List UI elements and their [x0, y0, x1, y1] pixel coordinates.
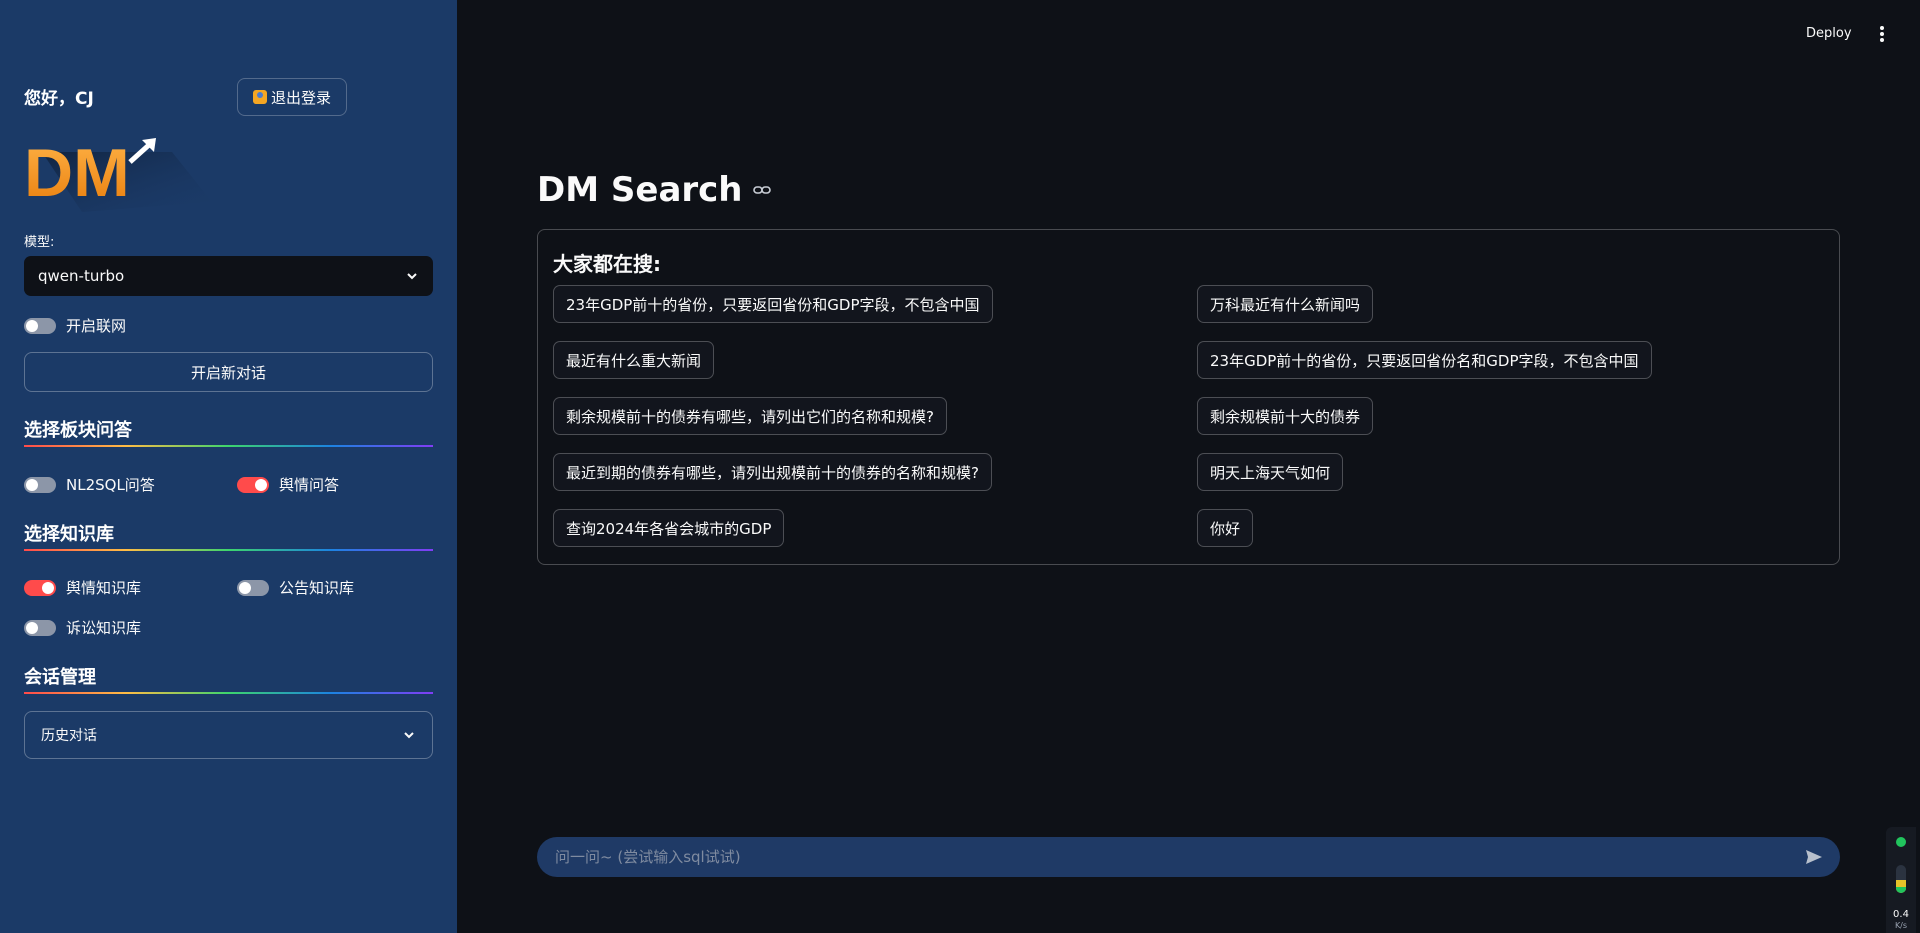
nl2sql-switch[interactable]: [24, 476, 56, 493]
deploy-button[interactable]: Deploy: [1806, 26, 1852, 41]
network-speed: 0.4 K/s: [1886, 909, 1916, 931]
suggestion-chip[interactable]: 剩余规模前十的债券有哪些，请列出它们的名称和规模?: [553, 397, 947, 435]
chevron-down-icon: [407, 273, 417, 280]
logo-text: DM: [24, 135, 130, 211]
suggestion-chip[interactable]: 最近到期的债券有哪些，请列出规模前十的债券的名称和规模?: [553, 453, 992, 491]
page-title-text: DM Search: [537, 170, 743, 210]
section-kb-title: 选择知识库: [24, 524, 114, 545]
model-select-value: qwen-turbo: [38, 267, 125, 285]
send-icon[interactable]: [1804, 847, 1824, 867]
litigation-kb-label: 诉讼知识库: [66, 619, 142, 637]
network-speed-unit: K/s: [1894, 921, 1908, 930]
logout-label: 退出登录: [270, 88, 331, 107]
suggestions-title: 大家都在搜:: [553, 252, 661, 276]
chat-input[interactable]: [553, 847, 1804, 867]
sentiment-qa-label: 舆情问答: [279, 476, 340, 494]
web-search-switch[interactable]: [24, 317, 56, 334]
model-select[interactable]: qwen-turbo: [24, 256, 433, 296]
status-dot-icon: [1896, 837, 1906, 847]
nl2sql-toggle[interactable]: NL2SQL问答: [24, 474, 155, 495]
section-session-title: 会话管理: [24, 667, 96, 688]
litigation-kb-switch[interactable]: [24, 619, 56, 636]
nl2sql-label: NL2SQL问答: [66, 476, 155, 494]
sentiment-kb-switch[interactable]: [24, 579, 56, 596]
chat-input-bar: [537, 837, 1840, 877]
suggestion-chip[interactable]: 剩余规模前十大的债券: [1197, 397, 1374, 435]
section-qa-title: 选择板块问答: [24, 420, 132, 441]
section-kb-divider: [24, 549, 433, 551]
logout-button[interactable]: 退出登录: [237, 78, 347, 116]
greeting-text: 您好，CJ: [24, 89, 94, 109]
sentiment-kb-toggle[interactable]: 舆情知识库: [24, 577, 141, 598]
sentiment-qa-toggle[interactable]: 舆情问答: [237, 474, 339, 495]
user-avatar-icon: [252, 90, 267, 104]
network-status-widget: 0.4 K/s: [1886, 827, 1916, 933]
suggestion-chip[interactable]: 明天上海天气如何: [1197, 453, 1344, 491]
web-search-label: 开启联网: [66, 317, 127, 335]
suggestion-chip[interactable]: 23年GDP前十的省份，只要返回省份和GDP字段，不包含中国: [553, 285, 993, 323]
chevron-down-icon: [404, 732, 414, 739]
network-speed-value: 0.4: [1893, 909, 1909, 920]
model-label: 模型:: [24, 235, 55, 250]
announcement-kb-switch[interactable]: [237, 579, 269, 596]
section-session-divider: [24, 692, 433, 694]
sidebar: 您好，CJ 退出登录 DM 模型: qwen-turbo 开启联网 开启新对话: [0, 0, 457, 933]
link-icon[interactable]: [752, 181, 771, 199]
history-label: 历史对话: [41, 728, 97, 744]
usage-bar: [1896, 865, 1906, 893]
sentiment-kb-label: 舆情知识库: [66, 579, 142, 597]
announcement-kb-label: 公告知识库: [279, 579, 355, 597]
more-menu-icon[interactable]: [1876, 26, 1888, 44]
page-title: DM Search: [537, 170, 771, 210]
section-qa-divider: [24, 445, 433, 447]
new-chat-label: 开启新对话: [190, 363, 266, 382]
sentiment-qa-switch[interactable]: [237, 476, 269, 493]
dm-logo: DM: [24, 135, 212, 212]
web-search-toggle[interactable]: 开启联网: [24, 315, 126, 336]
suggestion-chip[interactable]: 23年GDP前十的省份，只要返回省份名和GDP字段，不包含中国: [1197, 341, 1652, 379]
suggestion-chip[interactable]: 万科最近有什么新闻吗: [1197, 285, 1374, 323]
suggestions-box: 大家都在搜: 23年GDP前十的省份，只要返回省份和GDP字段，不包含中国 最近…: [537, 229, 1840, 565]
suggestion-chip[interactable]: 最近有什么重大新闻: [553, 341, 715, 379]
history-expander[interactable]: 历史对话: [24, 711, 433, 759]
suggestion-chip[interactable]: 你好: [1197, 509, 1254, 547]
announcement-kb-toggle[interactable]: 公告知识库: [237, 577, 354, 598]
suggestion-chip[interactable]: 查询2024年各省会城市的GDP: [553, 509, 785, 547]
new-chat-button[interactable]: 开启新对话: [24, 352, 433, 392]
litigation-kb-toggle[interactable]: 诉讼知识库: [24, 617, 141, 638]
